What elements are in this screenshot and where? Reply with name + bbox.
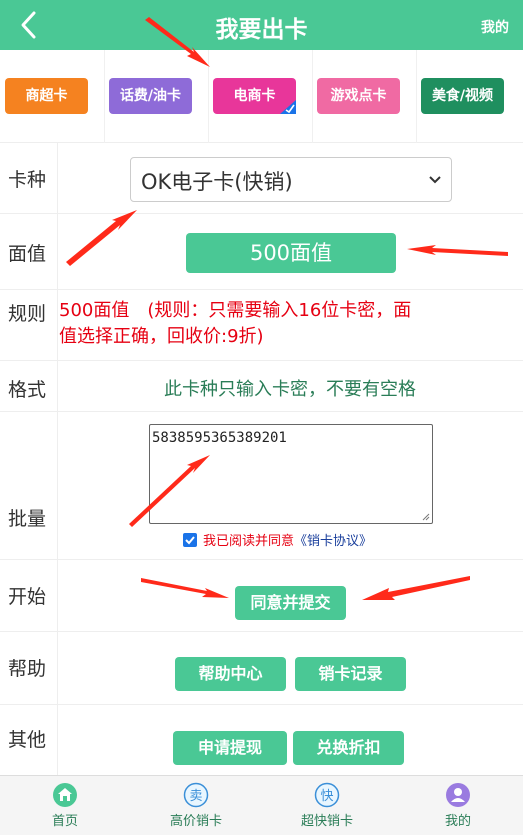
category-food-video-button[interactable]: 美食/视频: [421, 78, 504, 114]
svg-text:快: 快: [320, 789, 333, 804]
svg-text:卖: 卖: [189, 789, 202, 804]
category-supermarket-button[interactable]: 商超卡: [5, 78, 88, 114]
agree-text: 我已阅读并同意: [203, 534, 295, 549]
user-icon: [446, 783, 470, 807]
card-type-select[interactable]: OK电子卡(快销): [130, 157, 452, 202]
nav-fast-sell-label: 超快销卡: [300, 814, 353, 829]
divider: [57, 705, 58, 775]
agreement-link[interactable]: 《销卡协议》: [294, 530, 372, 549]
card-code-value: 5838595365389201: [152, 430, 287, 446]
divider: [208, 50, 209, 143]
nav-home[interactable]: 首页: [15, 782, 115, 829]
help-label: 帮助: [8, 658, 47, 680]
divider: [57, 143, 58, 213]
category-label: 游戏点卡: [330, 88, 387, 104]
format-row: 格式 此卡种只输入卡密，不要有空格: [0, 361, 523, 412]
category-game-button[interactable]: 游戏点卡: [317, 78, 400, 114]
fast-icon: 快: [314, 782, 340, 808]
withdraw-button[interactable]: 申请提现: [173, 731, 287, 765]
chevron-down-icon: [429, 176, 441, 184]
category-ecommerce-button[interactable]: 电商卡: [213, 78, 296, 114]
nav-high-price[interactable]: 卖 高价销卡: [146, 782, 246, 829]
nav-high-price-label: 高价销卡: [169, 814, 222, 829]
agree-checkbox[interactable]: [183, 532, 197, 547]
divider: [57, 560, 58, 631]
bottom-nav: 首页 卖 高价销卡 快 超快销卡 我的: [0, 775, 523, 835]
format-label: 格式: [8, 379, 47, 401]
card-type-label: 卡种: [8, 169, 47, 191]
mine-link[interactable]: 我的: [481, 17, 509, 37]
face-value-row: 面值 500面值: [0, 214, 523, 290]
nav-home-label: 首页: [51, 814, 78, 829]
checkmark-icon: [185, 535, 195, 544]
back-arrow-icon[interactable]: [18, 10, 40, 40]
sell-icon: 卖: [183, 782, 209, 808]
home-icon: [53, 783, 77, 807]
card-type-value: OK电子卡(快销): [141, 170, 293, 194]
face-value-button[interactable]: 500面值: [186, 233, 396, 273]
nav-fast-sell[interactable]: 快 超快销卡: [277, 782, 377, 829]
exchange-discount-button[interactable]: 兑换折扣: [293, 731, 404, 765]
nav-mine-label: 我的: [444, 814, 471, 829]
other-row: 其他 申请提现 兑换折扣: [0, 705, 523, 775]
category-label: 电商卡: [233, 88, 276, 104]
batch-label: 批量: [8, 508, 47, 530]
card-type-row: 卡种 OK电子卡(快销): [0, 143, 523, 214]
nav-mine[interactable]: 我的: [408, 782, 508, 829]
start-label: 开始: [8, 586, 47, 608]
rules-text: 500面值 (规则：只需要输入16位卡密，面值选择正确，回收价:9折): [59, 300, 412, 347]
category-bar: 商超卡 话费/油卡 电商卡 游戏点卡 美食/视频: [0, 50, 523, 143]
other-label: 其他: [8, 729, 47, 751]
help-center-button[interactable]: 帮助中心: [175, 657, 286, 691]
resize-handle-icon[interactable]: [422, 513, 430, 521]
rules-label: 规则: [8, 303, 47, 325]
card-code-textarea[interactable]: 5838595365389201: [149, 424, 433, 524]
format-text: 此卡种只输入卡密，不要有空格: [164, 379, 416, 400]
agree-row: 我已阅读并同意 《销卡协议》: [183, 530, 372, 549]
divider: [104, 50, 105, 143]
category-label: 美食/视频: [431, 88, 494, 104]
top-header: 我要出卡 我的: [0, 0, 523, 50]
divider: [416, 50, 417, 143]
divider: [312, 50, 313, 143]
rules-row: 规则 500面值 (规则：只需要输入16位卡密，面值选择正确，回收价:9折): [0, 290, 523, 361]
sale-records-button[interactable]: 销卡记录: [295, 657, 406, 691]
divider: [57, 290, 58, 360]
face-value-label: 面值: [8, 243, 47, 265]
batch-row: 批量 5838595365389201 我已阅读并同意 《销卡协议》: [0, 412, 523, 560]
start-row: 开始 同意并提交: [0, 560, 523, 632]
divider: [57, 412, 58, 559]
divider: [57, 632, 58, 704]
page-title: 我要出卡: [215, 17, 308, 43]
help-row: 帮助 帮助中心 销卡记录: [0, 632, 523, 705]
category-label: 话费/油卡: [119, 88, 182, 104]
agree-submit-button[interactable]: 同意并提交: [235, 586, 346, 620]
selected-check-icon: [280, 100, 296, 114]
divider: [57, 214, 58, 289]
category-label: 商超卡: [25, 88, 68, 104]
category-phone-fuel-button[interactable]: 话费/油卡: [109, 78, 192, 114]
